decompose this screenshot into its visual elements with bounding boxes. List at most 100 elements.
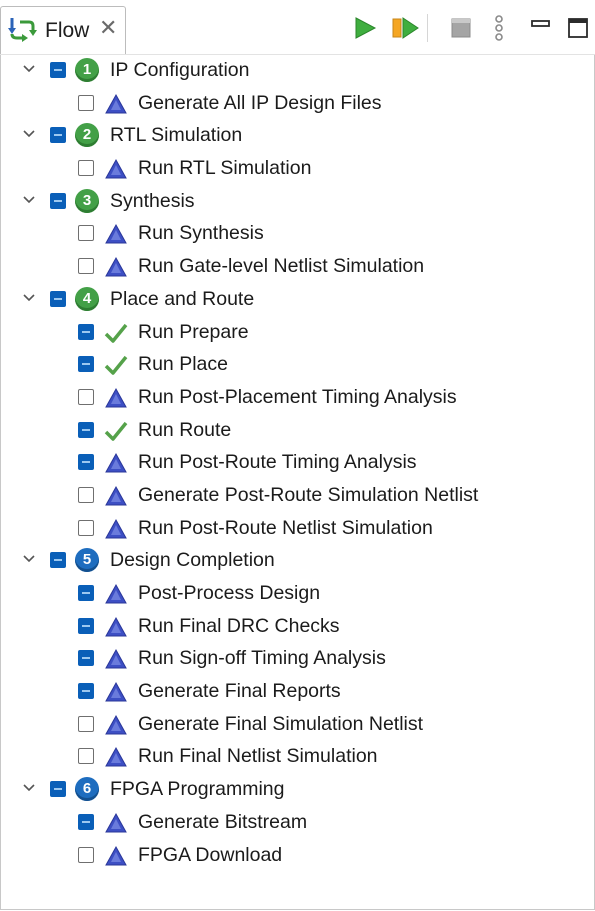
tree-task[interactable]: Run Prepare: [0, 316, 595, 349]
task-label: Generate Bitstream: [138, 810, 308, 833]
task-label: Run Final Netlist Simulation: [138, 745, 378, 768]
task-checkbox[interactable]: [78, 258, 94, 275]
task-checkbox[interactable]: [78, 585, 94, 601]
category-label: FPGA Programming: [110, 778, 285, 801]
tree-task[interactable]: Generate All IP Design Files: [0, 87, 595, 120]
task-label: Post-Process Design: [138, 582, 321, 604]
task-label: Generate Post-Route Simulation Netlist: [138, 483, 479, 506]
triangle-icon: [105, 812, 127, 833]
triangle-icon: [105, 747, 127, 767]
task-label: Run Route: [138, 418, 232, 441]
task-checkbox[interactable]: [78, 356, 94, 373]
category-label: IP Configuration: [110, 59, 250, 81]
tree-task[interactable]: Generate Final Reports: [0, 675, 595, 708]
checkmark-icon: [104, 323, 128, 343]
category-checkbox[interactable]: [50, 781, 66, 798]
tree-task[interactable]: FPGA Download: [0, 839, 595, 872]
task-label: Generate Final Reports: [138, 680, 341, 703]
run-icon[interactable]: [352, 14, 380, 42]
task-label: Run Gate-level Netlist Simulation: [138, 255, 425, 278]
task-checkbox[interactable]: [78, 683, 94, 700]
tree-task[interactable]: Run Final Netlist Simulation: [0, 740, 595, 773]
task-checkbox[interactable]: [78, 715, 94, 732]
task-checkbox[interactable]: [78, 813, 94, 830]
tree-category[interactable]: 2 RTL Simulation: [0, 119, 595, 152]
close-icon[interactable]: ✕: [99, 17, 117, 39]
task-checkbox[interactable]: [78, 617, 94, 634]
category-checkbox[interactable]: [50, 62, 66, 78]
tree-task[interactable]: Run Gate-level Netlist Simulation: [0, 250, 595, 283]
task-checkbox[interactable]: [78, 519, 94, 536]
triangle-icon: [105, 682, 127, 702]
tree-task[interactable]: Run Post-Route Netlist Simulation: [0, 512, 595, 545]
tree-category[interactable]: 4 Place and Route: [0, 283, 595, 316]
tree-category[interactable]: 3 Synthesis: [0, 185, 595, 218]
task-checkbox[interactable]: [78, 748, 94, 765]
task-checkbox[interactable]: [78, 454, 94, 471]
triangle-icon: [105, 257, 127, 277]
chevron-down-icon[interactable]: [22, 293, 36, 303]
tree-task[interactable]: Run Final DRC Checks: [0, 610, 595, 643]
category-checkbox[interactable]: [50, 192, 66, 209]
category-label: Synthesis: [110, 189, 195, 212]
category-checkbox[interactable]: [50, 552, 66, 569]
flow-tab[interactable]: Flow ✕: [0, 6, 126, 54]
tree-task[interactable]: Run Route: [0, 414, 595, 447]
tree-task[interactable]: Run Post-Route Timing Analysis: [0, 446, 595, 479]
chevron-down-icon[interactable]: [22, 129, 36, 139]
task-label: Run Sign-off Timing Analysis: [138, 647, 386, 670]
triangle-icon: [105, 714, 127, 735]
toolbar-separator: [427, 14, 428, 42]
view-menu-icon[interactable]: [485, 14, 513, 42]
stop-icon[interactable]: [447, 14, 475, 42]
tree-task[interactable]: Run Place: [0, 348, 595, 381]
task-checkbox[interactable]: [78, 846, 94, 863]
category-checkbox[interactable]: [50, 127, 66, 144]
category-label: Place and Route: [110, 287, 255, 310]
tree-task[interactable]: Run RTL Simulation: [0, 152, 595, 185]
tree-category[interactable]: 6 FPGA Programming: [0, 773, 595, 806]
task-checkbox[interactable]: [78, 160, 94, 177]
checkmark-icon: [104, 356, 128, 375]
tree-task[interactable]: Post-Process Design: [0, 577, 595, 610]
triangle-icon: [105, 93, 127, 114]
task-checkbox[interactable]: [78, 225, 94, 242]
task-checkbox[interactable]: [78, 388, 94, 405]
tab-title: Flow: [45, 19, 90, 42]
triangle-icon: [105, 583, 127, 604]
minimize-icon[interactable]: [527, 14, 555, 42]
task-checkbox[interactable]: [78, 650, 94, 667]
chevron-down-icon[interactable]: [22, 64, 36, 74]
triangle-icon: [105, 224, 127, 244]
task-checkbox[interactable]: [78, 323, 94, 340]
chevron-down-icon[interactable]: [22, 195, 36, 205]
task-label: Run Prepare: [138, 320, 249, 343]
maximize-icon[interactable]: [564, 14, 592, 42]
task-checkbox[interactable]: [78, 486, 94, 503]
step-number-badge: 3: [75, 188, 99, 213]
step-number-badge: 2: [75, 123, 99, 148]
tree-task[interactable]: Run Synthesis: [0, 217, 595, 250]
task-checkbox[interactable]: [78, 421, 94, 438]
tree-category[interactable]: 1 IP Configuration: [0, 54, 595, 87]
triangle-icon: [105, 616, 127, 637]
step-number-badge: 4: [75, 286, 99, 311]
tree-category[interactable]: 5 Design Completion: [0, 544, 595, 577]
triangle-icon: [105, 159, 127, 179]
task-checkbox[interactable]: [78, 94, 94, 111]
category-label: RTL Simulation: [110, 124, 243, 147]
task-label: Run Place: [138, 353, 228, 376]
triangle-icon: [105, 518, 127, 539]
task-label: Run Final DRC Checks: [138, 614, 340, 637]
chevron-down-icon[interactable]: [22, 554, 36, 564]
tree-task[interactable]: Generate Final Simulation Netlist: [0, 708, 595, 741]
triangle-icon: [105, 485, 127, 506]
category-checkbox[interactable]: [50, 290, 66, 307]
tree-task[interactable]: Generate Post-Route Simulation Netlist: [0, 479, 595, 512]
tree-task[interactable]: Run Sign-off Timing Analysis: [0, 642, 595, 675]
tree-task[interactable]: Generate Bitstream: [0, 806, 595, 839]
tree-task[interactable]: Run Post-Placement Timing Analysis: [0, 381, 595, 414]
run-next-icon[interactable]: [391, 14, 419, 42]
chevron-down-icon[interactable]: [22, 783, 36, 793]
step-number-badge: 1: [75, 58, 99, 82]
